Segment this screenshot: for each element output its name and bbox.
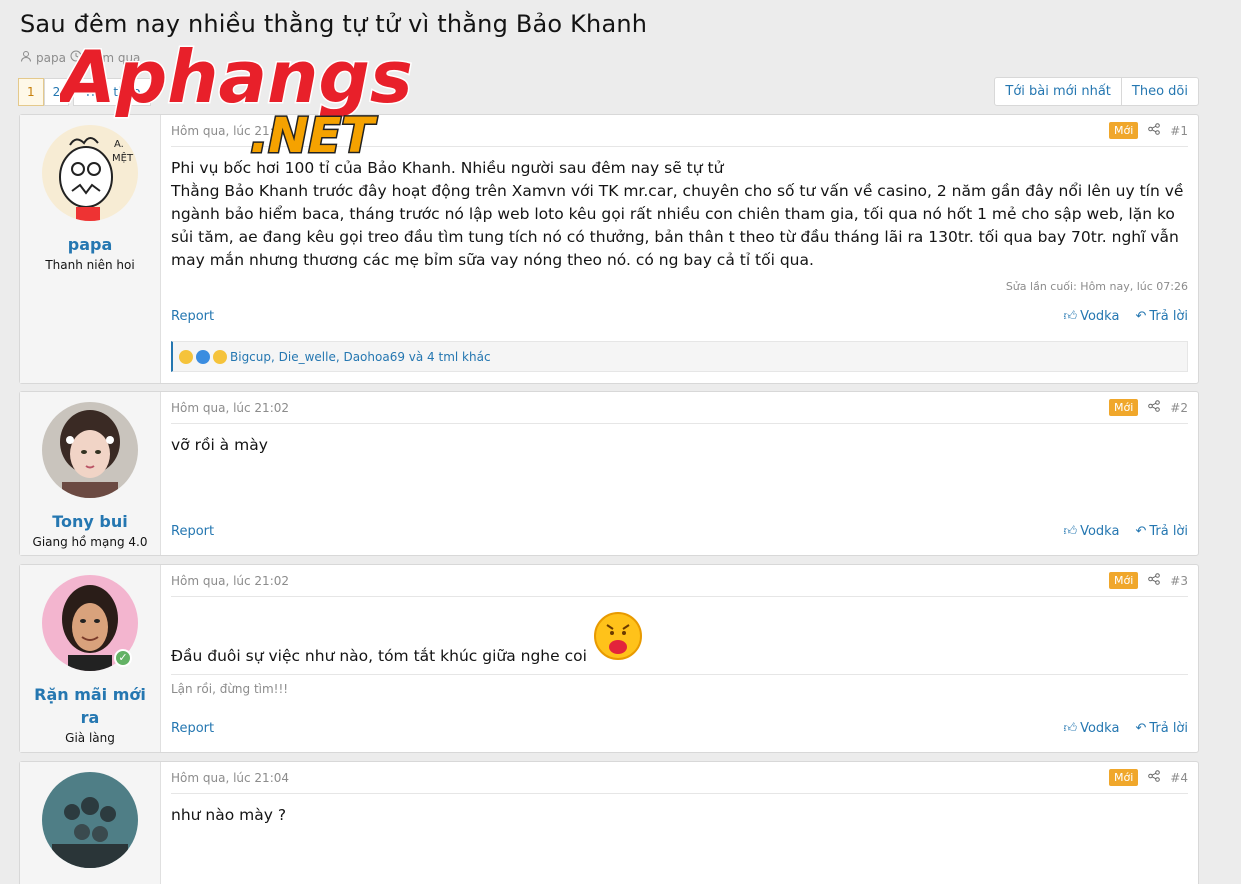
share-icon[interactable] [1148,123,1161,138]
watch-button[interactable]: Theo dõi [1120,78,1198,105]
post-user-title: Già làng [65,731,115,745]
post-number[interactable]: #3 [1170,574,1188,588]
avatar[interactable]: A. MỆT [42,125,138,221]
like-label: Vodka [1080,524,1120,539]
reply-label: Trả lời [1149,524,1188,539]
reply-label: Trả lời [1149,309,1188,324]
post-1: A. MỆT papa Thanh niên hoi Hôm qua, lúc 2… [19,114,1199,384]
report-link[interactable]: Report [171,309,214,324]
online-status-icon: ✓ [114,649,132,667]
reply-icon: ↶ [1135,721,1147,736]
page-nav: 1 2 Tiếp theo [18,78,152,106]
post-username[interactable]: Tony bui [20,510,160,533]
thread-author[interactable]: papa [36,51,66,65]
clock-icon [70,50,82,65]
share-icon[interactable] [1148,573,1161,588]
reply-icon: ↶ [1135,524,1147,539]
reply-icon: ↶ [1135,309,1147,324]
thread-action-buttons: Tới bài mới nhất Theo dõi [994,77,1199,106]
post-number[interactable]: #2 [1170,401,1188,415]
next-page-link[interactable]: Tiếp theo [73,78,152,106]
post-4: Hôm qua, lúc 21:04 Mới #4 như nào mày ? [19,761,1199,884]
like-button[interactable]: 👍︎ Vodka [1063,721,1119,736]
logo-main-text: Aphangs [60,35,413,119]
post-number[interactable]: #4 [1170,771,1188,785]
post-footer: Report 👍︎ Vodka ↶ Trả lời [171,721,1188,736]
post-footer: Report 👍︎ Vodka ↶ Trả lời [171,309,1188,324]
post-number[interactable]: #1 [1170,124,1188,138]
reply-button[interactable]: ↶ Trả lời [1135,524,1188,539]
like-label: Vodka [1080,309,1120,324]
reactions-bar[interactable]: Bigcup, Die_welle, Daohoa69 và 4 tml khá… [171,341,1188,372]
thread-meta: papa Hôm qua [20,50,140,65]
post-time[interactable]: Hôm qua, lúc 21:02 [171,401,289,415]
post-body: Hôm qua, lúc 21:02 Mới #2 vỡ rồi à mày R… [161,392,1198,555]
post-edited-note: Sửa lần cuối: Hôm nay, lúc 07:26 [1005,280,1188,293]
post-content-row: Đầu đuôi sự việc như nào, tóm tắt khúc g… [171,611,1188,668]
post-content: vỡ rồi à mày [171,436,268,454]
new-badge: Mới [1109,572,1139,589]
post-body: Hôm qua, lúc 21:01 Mới #1 Phi vụ bốc hơi… [161,115,1198,383]
post-time[interactable]: Hôm qua, lúc 21:02 [171,574,289,588]
post-username[interactable]: papa [20,233,160,256]
like-emoji-icon [196,349,210,364]
post-content: như nào mày ? [171,806,287,824]
like-label: Vodka [1080,721,1120,736]
wow-emoji-icon [213,349,227,364]
kiss-emoji-icon [593,611,643,668]
post-signature: Lận rồi, đừng tìm!!! [171,674,1188,696]
avatar[interactable]: ✓ [42,575,138,671]
post-user-title: Giang hồ mạng 4.0 [32,535,148,549]
post-username[interactable]: Rặn mãi mới ra [20,683,160,729]
post-body: Hôm qua, lúc 21:02 Mới #3 Đầu đuôi sự vi… [161,565,1198,752]
thumbs-up-icon: 👍︎ [1063,309,1078,324]
like-button[interactable]: 👍︎ Vodka [1063,309,1119,324]
share-icon[interactable] [1148,400,1161,415]
post-header: Hôm qua, lúc 21:01 Mới #1 [171,115,1188,147]
post-user-panel: Tony bui Giang hồ mạng 4.0 [20,392,161,555]
thread-title: Sau đêm nay nhiều thằng tự tử vì thằng B… [20,10,648,38]
report-link[interactable]: Report [171,721,214,736]
user-icon [20,50,32,65]
thumbs-up-icon: 👍︎ [1063,524,1078,539]
post-user-panel [20,762,161,884]
page-1-link[interactable]: 1 [18,78,44,106]
post-user-panel: A. MỆT papa Thanh niên hoi [20,115,161,383]
new-badge: Mới [1109,399,1139,416]
svg-text:A.: A. [114,139,124,150]
reactions-list[interactable]: Bigcup, Die_welle, Daohoa69 và 4 tml khá… [230,350,491,364]
post-time[interactable]: Hôm qua, lúc 21:01 [171,124,289,138]
reply-button[interactable]: ↶ Trả lời [1135,721,1188,736]
like-button[interactable]: 👍︎ Vodka [1063,524,1119,539]
post-header: Hôm qua, lúc 21:04 Mới #4 [171,762,1188,794]
avatar[interactable] [42,772,138,868]
avatar[interactable] [42,402,138,498]
thumbs-up-icon: 👍︎ [1063,721,1078,736]
post-content: Phi vụ bốc hơi 100 tỉ của Bảo Khanh. Nhi… [171,159,1184,269]
reply-label: Trả lời [1149,721,1188,736]
reply-button[interactable]: ↶ Trả lời [1135,309,1188,324]
thread-date[interactable]: Hôm qua [86,51,140,65]
laugh-emoji-icon [179,349,193,364]
post-user-panel: ✓ Rặn mãi mới ra Già làng [20,565,161,752]
share-icon[interactable] [1148,770,1161,785]
svg-text:MỆT: MỆT [112,151,134,164]
post-footer: Report 👍︎ Vodka ↶ Trả lời [171,524,1188,539]
post-content: Đầu đuôi sự việc như nào, tóm tắt khúc g… [171,647,587,665]
post-time[interactable]: Hôm qua, lúc 21:04 [171,771,289,785]
newest-post-button[interactable]: Tới bài mới nhất [995,78,1121,105]
post-user-title: Thanh niên hoi [45,258,135,272]
post-2: Tony bui Giang hồ mạng 4.0 Hôm qua, lúc … [19,391,1199,556]
report-link[interactable]: Report [171,524,214,539]
new-badge: Mới [1109,122,1139,139]
post-3: ✓ Rặn mãi mới ra Già làng Hôm qua, lúc 2… [19,564,1199,753]
new-badge: Mới [1109,769,1139,786]
post-header: Hôm qua, lúc 21:02 Mới #2 [171,392,1188,424]
post-body: Hôm qua, lúc 21:04 Mới #4 như nào mày ? [161,762,1198,884]
post-header: Hôm qua, lúc 21:02 Mới #3 [171,565,1188,597]
page-2-link[interactable]: 2 [43,78,70,106]
